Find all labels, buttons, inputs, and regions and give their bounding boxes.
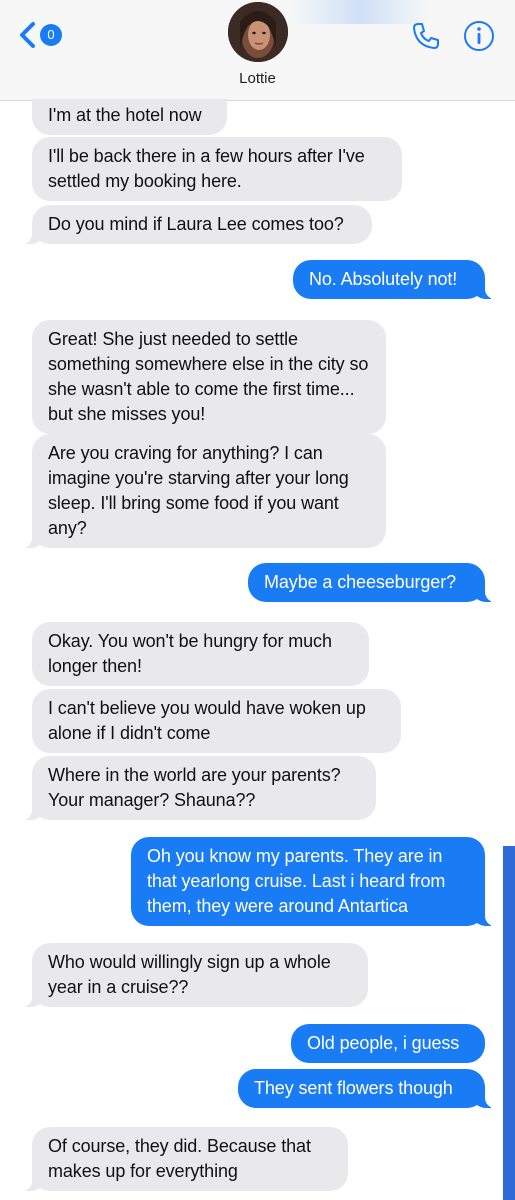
message-text: Do you mind if Laura Lee comes too? — [48, 214, 344, 234]
message-text: I can't believe you would have woken up … — [48, 698, 366, 743]
scrollbar[interactable] — [503, 846, 515, 1200]
conversation-header: 0 Lottie — [0, 0, 515, 101]
phone-icon — [413, 23, 439, 49]
message-text: Where in the world are your parents? You… — [48, 765, 341, 810]
message-text: They sent flowers though — [254, 1078, 453, 1098]
info-button[interactable] — [463, 20, 495, 52]
message-outgoing[interactable]: Old people, i guess — [291, 1024, 485, 1063]
message-incoming[interactable]: I'm at the hotel now — [32, 99, 227, 135]
message-text: Okay. You won't be hungry for much longe… — [48, 631, 332, 676]
message-text: Maybe a cheeseburger? — [264, 572, 457, 592]
message-outgoing[interactable]: Oh you know my parents. They are in that… — [131, 837, 495, 926]
message-text: Are you craving for anything? I can imag… — [48, 443, 349, 538]
message-incoming[interactable]: I'll be back there in a few hours after … — [32, 137, 402, 201]
chevron-left-icon — [20, 22, 35, 48]
back-button[interactable]: 0 — [18, 20, 66, 50]
message-outgoing[interactable]: Maybe a cheeseburger? — [248, 563, 495, 602]
message-incoming[interactable]: Who would willingly sign up a whole year… — [22, 943, 368, 1007]
message-outgoing[interactable]: They sent flowers though — [238, 1069, 495, 1108]
message-incoming[interactable]: Where in the world are your parents? You… — [22, 756, 376, 820]
call-button[interactable] — [410, 20, 442, 52]
message-outgoing[interactable]: No. Absolutely not! — [293, 260, 495, 299]
status-bar-blur — [290, 0, 430, 24]
message-text: Great! She just needed to settle somethi… — [48, 329, 369, 424]
message-text: Oh you know my parents. They are in that… — [147, 846, 446, 916]
unread-count-badge: 0 — [40, 24, 62, 46]
message-incoming[interactable]: Are you craving for anything? I can imag… — [22, 434, 386, 548]
message-text: Of course, they did. Because that makes … — [48, 1136, 311, 1181]
message-incoming[interactable]: I can't believe you would have woken up … — [32, 689, 401, 753]
message-incoming[interactable]: Okay. You won't be hungry for much longe… — [32, 622, 369, 686]
message-incoming[interactable]: Great! She just needed to settle somethi… — [32, 320, 386, 434]
info-icon — [464, 21, 494, 51]
avatar[interactable] — [228, 2, 288, 62]
message-text: I'll be back there in a few hours after … — [48, 146, 365, 191]
message-incoming[interactable]: Of course, they did. Because that makes … — [22, 1127, 348, 1191]
message-text: No. Absolutely not! — [309, 269, 458, 289]
contact-name[interactable]: Lottie — [0, 70, 515, 87]
message-incoming[interactable]: Do you mind if Laura Lee comes too? — [22, 205, 372, 244]
message-text: I'm at the hotel now — [48, 105, 202, 125]
message-text: Who would willingly sign up a whole year… — [48, 952, 331, 997]
message-text: Old people, i guess — [307, 1033, 460, 1053]
